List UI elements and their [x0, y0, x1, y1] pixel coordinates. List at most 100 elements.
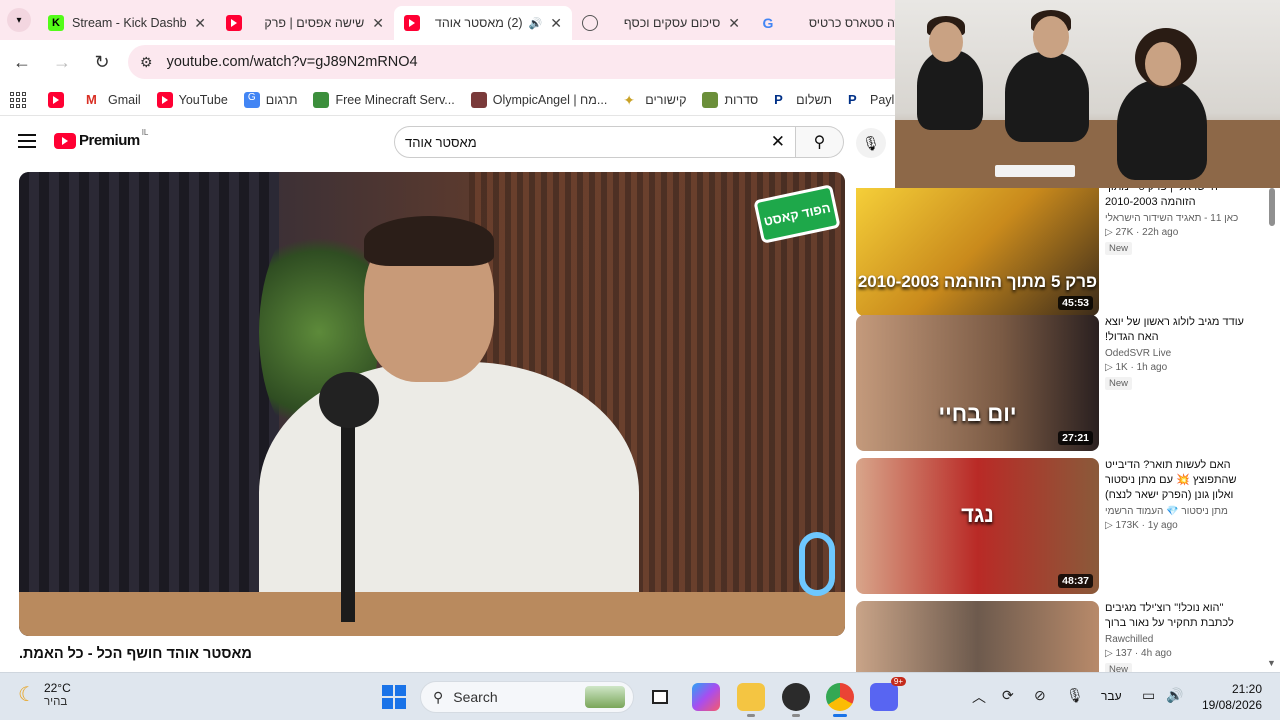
taskbar-search[interactable]: ⚲ Search	[420, 681, 634, 713]
bookmark-minecraft[interactable]: Free Minecraft Serv...	[313, 91, 455, 108]
search-button[interactable]: ⚲	[796, 126, 844, 158]
video-thumbnail[interactable]	[856, 601, 1099, 672]
bookmark-links[interactable]: ✦ קישורים	[623, 92, 686, 108]
menu-icon[interactable]	[18, 134, 36, 152]
recommendations-sidebar: פרק 5 מתוך הזוהמה 2010-2003 45:53 היישרא…	[856, 188, 1266, 672]
country-code: IL	[141, 128, 149, 137]
voice-search-button[interactable]: 🎙	[856, 128, 886, 158]
thumbnail-text: פרק 5 מתוך הזוהמה 2010-2003	[857, 272, 1098, 291]
close-icon[interactable]: ✕	[550, 15, 562, 32]
close-icon[interactable]: ✕	[194, 15, 206, 32]
tab-youtube-1[interactable]: שישה אפסים | פרק ✕	[216, 6, 394, 40]
task-view-icon[interactable]	[646, 683, 674, 711]
tab-kick[interactable]: K Stream - Kick Dashb ✕	[38, 6, 216, 40]
chrome-icon[interactable]	[826, 683, 854, 717]
speaker-icon[interactable]: 🔊	[529, 17, 543, 30]
bookmark-paypal[interactable]: P Payl	[848, 92, 894, 108]
video-duration: 45:53	[1058, 296, 1093, 310]
recommendation-item[interactable]: נגד 48:37 האם לעשות תואר? הדיבייט שהתפוצ…	[856, 458, 1266, 594]
search-placeholder: Search	[453, 689, 498, 705]
channel-name[interactable]: Rawchilled	[1105, 634, 1255, 645]
video-thumbnail[interactable]: נגד 48:37	[856, 458, 1099, 594]
paypal-icon: P	[848, 91, 857, 107]
channel-name[interactable]: מתן ניסטור 💎 העמוד הרשמי	[1105, 506, 1255, 517]
channel-name[interactable]: OdedSVR Live	[1105, 348, 1255, 359]
apps-grid-icon[interactable]	[10, 91, 26, 108]
tab-title: סיכום עסקים וכסף	[623, 16, 721, 30]
video-meta: האם לעשות תואר? הדיבייט שהתפוצץ 💥 עם מתן…	[1105, 458, 1255, 531]
video-thumbnail[interactable]: פרק 5 מתוך הזוהמה 2010-2003 45:53	[856, 188, 1099, 316]
app-icon[interactable]	[782, 683, 810, 717]
tab-search-button[interactable]: ▾	[0, 0, 38, 40]
input-language[interactable]: עבר	[1101, 689, 1122, 703]
address-bar[interactable]: ⚙ youtube.com/watch?v=gJ89N2mRNO4	[128, 45, 908, 79]
thumbnail-text: יום בחיי	[938, 401, 1017, 426]
clear-search-icon[interactable]: ✕	[771, 132, 785, 152]
tab-chatgpt[interactable]: סיכום עסקים וכסף ✕	[572, 6, 750, 40]
weather-widget[interactable]: ☾ 22°C בהיר	[18, 681, 71, 708]
bookmark-olympicangel[interactable]: OlympicAngel | מח...	[470, 91, 607, 108]
windows-start-icon[interactable]	[382, 685, 406, 709]
site-info-icon[interactable]: ⚙	[140, 54, 153, 71]
logo-text: Premium	[79, 132, 140, 149]
forward-arrow-icon[interactable]: →	[44, 44, 80, 80]
bookmark-translate[interactable]: G תרגום	[243, 91, 297, 108]
stats-text: 27K · 22h ago	[1115, 227, 1179, 238]
bookmark-youtube[interactable]: YouTube	[156, 91, 228, 108]
recommendation-title[interactable]: "הוא נוכל!" רוצ'ילד מגיבים לכתבת תחקיר ע…	[1105, 601, 1255, 631]
volume-icon[interactable]: 🔊	[1166, 687, 1183, 704]
scroll-down-arrow-icon[interactable]: ▼	[1267, 658, 1276, 668]
search-query[interactable]: מאסטר אוהד	[405, 135, 477, 150]
tab-title: שישה אפסים | פרק	[264, 16, 365, 30]
bookmark-gmail[interactable]: M Gmail	[86, 92, 141, 108]
recommendation-title[interactable]: האם לעשות תואר? הדיבייט שהתפוצץ 💥 עם מתן…	[1105, 458, 1255, 503]
video-meta: היישראלי | פרק 5 - מתוך הזוהמה 2010-2003…	[1105, 188, 1255, 255]
video-thumbnail[interactable]: יום בחיי 27:21	[856, 315, 1099, 451]
bookmark-label: סדרות	[724, 92, 759, 107]
sync-icon[interactable]: ⟳	[1002, 687, 1014, 704]
video-duration: 48:37	[1058, 574, 1093, 588]
stats-text: 1K · 1h ago	[1115, 362, 1168, 373]
channel-name[interactable]: כאן 11 - תאגיד השידור הישראלי	[1105, 213, 1255, 224]
reload-icon[interactable]: ↻	[84, 44, 120, 80]
webcam-person-center	[1005, 52, 1089, 142]
recommendation-title[interactable]: עודד מגיב לולוג ראשון של יוצא האח הגדול!	[1105, 315, 1255, 345]
webcam-keyboard	[995, 165, 1075, 177]
recommendation-item[interactable]: יום בחיי 27:21 עודד מגיב לולוג ראשון של …	[856, 315, 1266, 451]
clock-time: 21:20	[1231, 682, 1262, 696]
copilot-icon[interactable]	[692, 683, 720, 711]
search-highlight-image	[585, 686, 625, 708]
recommendation-item[interactable]: "הוא נוכל!" רוצ'ילד מגיבים לכתבת תחקיר ע…	[856, 601, 1266, 672]
avatar-icon	[470, 91, 487, 108]
video-player[interactable]: הפוד קאסט	[19, 172, 845, 636]
kick-icon: K	[48, 15, 64, 31]
discord-icon[interactable]: 9+	[870, 677, 906, 711]
microphone-icon[interactable]: 🎙	[1066, 687, 1084, 704]
bookmark-payment[interactable]: P תשלום	[774, 92, 832, 108]
back-arrow-icon[interactable]: ←	[4, 44, 40, 80]
url-text[interactable]: youtube.com/watch?v=gJ89N2mRNO4	[167, 54, 418, 70]
file-explorer-icon[interactable]	[737, 683, 765, 717]
youtube-logo[interactable]: Premium IL	[54, 128, 148, 149]
sidebar-scrollbar[interactable]	[1268, 188, 1276, 672]
search-input[interactable]: מאסטר אוהד ✕	[394, 126, 796, 158]
tab-youtube-active[interactable]: (2) מאסטר אוהד 🔊 ✕	[394, 6, 572, 40]
chevron-up-icon[interactable]: ︿	[972, 687, 986, 707]
recommendation-title[interactable]: היישראלי | פרק 5 - מתוך הזוהמה 2010-2003	[1105, 188, 1255, 210]
bookmark-label: קישורים	[645, 92, 687, 107]
scrollbar-thumb[interactable]	[1269, 188, 1275, 226]
close-icon[interactable]: ✕	[372, 15, 384, 32]
video-duration: 27:21	[1058, 431, 1093, 445]
youtube-header: Premium IL מאסטר אוהד ✕ ⚲ 🎙	[0, 116, 895, 168]
close-icon[interactable]: ✕	[728, 15, 740, 32]
recommendation-item[interactable]: פרק 5 מתוך הזוהמה 2010-2003 45:53 היישרא…	[856, 188, 1266, 316]
bookmark-youtube-icon-only[interactable]	[48, 91, 70, 108]
system-clock[interactable]: 21:20 19/08/2026	[1200, 681, 1262, 713]
webcam-person-right	[1117, 80, 1207, 180]
bookmark-series[interactable]: סדרות	[702, 91, 759, 108]
display-icon[interactable]: ▭	[1142, 687, 1155, 704]
webcam-person-left	[917, 50, 983, 130]
video-stats: ▷ 137 · 4h ago	[1105, 648, 1172, 659]
google-icon: G	[762, 15, 774, 31]
network-off-icon[interactable]: ⊘	[1034, 687, 1046, 704]
